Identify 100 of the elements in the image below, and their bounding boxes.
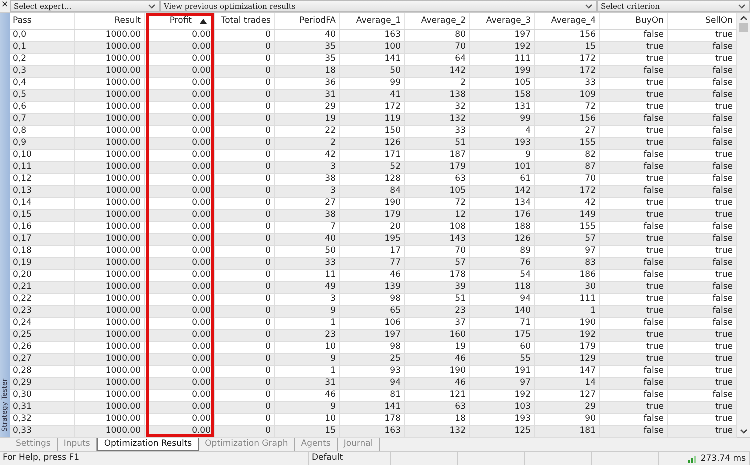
table-cell: 156: [535, 114, 600, 126]
table-cell: 99: [470, 114, 535, 126]
table-cell: 1000.00: [75, 186, 145, 198]
table-cell: true: [600, 306, 668, 318]
column-header[interactable]: PeriodFA: [275, 13, 340, 29]
column-header[interactable]: Average_4: [535, 13, 600, 29]
table-cell: 0.00: [145, 282, 215, 294]
table-cell: 179: [340, 210, 405, 222]
table-cell: 141: [340, 402, 405, 414]
table-cell: 0.00: [145, 306, 215, 318]
table-cell: 1000.00: [75, 210, 145, 222]
table-cell: 0,1: [10, 42, 75, 54]
table-cell: 12: [405, 210, 470, 222]
table-cell: true: [600, 42, 668, 54]
table-cell: 1000.00: [75, 138, 145, 150]
table-cell: 35: [275, 42, 340, 54]
table-cell: 126: [340, 138, 405, 150]
table-cell: false: [600, 258, 668, 270]
table-cell: 1: [535, 306, 600, 318]
scroll-thumb[interactable]: [739, 23, 748, 32]
table-cell: 0,5: [10, 90, 75, 102]
table-cell: 30: [535, 282, 600, 294]
table-cell: 118: [470, 282, 535, 294]
table-cell: 0.00: [145, 354, 215, 366]
table-cell: 25: [340, 354, 405, 366]
table-cell: 175: [470, 330, 535, 342]
table-cell: 0: [215, 354, 275, 366]
table-cell: 1000.00: [75, 258, 145, 270]
table-cell: 1000.00: [75, 90, 145, 102]
table-cell: 0: [215, 210, 275, 222]
table-cell: 84: [340, 186, 405, 198]
table-cell: 103: [470, 402, 535, 414]
table-cell: 142: [405, 66, 470, 78]
table-cell: 52: [340, 162, 405, 174]
table-cell: 46: [405, 378, 470, 390]
table-cell: 77: [340, 258, 405, 270]
column-header[interactable]: Average_2: [405, 13, 470, 29]
table-cell: true: [600, 402, 668, 414]
table-cell: 192: [535, 330, 600, 342]
column-header[interactable]: Average_1: [340, 13, 405, 29]
table-cell: 1000.00: [75, 378, 145, 390]
table-cell: 0,9: [10, 138, 75, 150]
table-cell: 0: [215, 42, 275, 54]
table-cell: 0.00: [145, 402, 215, 414]
table-cell: 158: [470, 90, 535, 102]
column-header[interactable]: Average_3: [470, 13, 535, 29]
column-header[interactable]: BuyOn: [600, 13, 668, 29]
table-cell: 1000.00: [75, 162, 145, 174]
table-cell: 0: [215, 138, 275, 150]
table-cell: 14: [535, 378, 600, 390]
table-cell: 57: [405, 258, 470, 270]
table-cell: 0,27: [10, 354, 75, 366]
table-cell: false: [600, 114, 668, 126]
column-header[interactable]: Profit: [145, 13, 215, 29]
table-cell: 195: [340, 234, 405, 246]
column-header[interactable]: Pass: [10, 13, 75, 29]
table-cell: 0,11: [10, 162, 75, 174]
table-cell: 1000.00: [75, 234, 145, 246]
table-cell: 76: [470, 258, 535, 270]
table-cell: 0,31: [10, 402, 75, 414]
table-cell: 0: [215, 330, 275, 342]
table-cell: 0: [215, 258, 275, 270]
table-cell: 57: [535, 234, 600, 246]
table-cell: 49: [275, 282, 340, 294]
table-cell: true: [600, 90, 668, 102]
table-cell: 41: [340, 90, 405, 102]
table-cell: 83: [535, 258, 600, 270]
column-header[interactable]: Total trades: [215, 13, 275, 29]
table-cell: 0,13: [10, 186, 75, 198]
table-cell: 0: [215, 402, 275, 414]
table-cell: true: [600, 138, 668, 150]
table-cell: 1000.00: [75, 282, 145, 294]
table-cell: 23: [275, 330, 340, 342]
table-cell: 0,7: [10, 114, 75, 126]
table-cell: 1000.00: [75, 402, 145, 414]
table-cell: 1000.00: [75, 42, 145, 54]
tab[interactable]: Optimization Results: [97, 438, 200, 451]
table-cell: 101: [470, 162, 535, 174]
scrollbar[interactable]: [737, 13, 750, 437]
table-cell: 94: [340, 378, 405, 390]
table-cell: 0,23: [10, 306, 75, 318]
table-cell: 0,17: [10, 234, 75, 246]
table-cell: true: [600, 210, 668, 222]
table-cell: 0.00: [145, 42, 215, 54]
table-cell: 39: [405, 282, 470, 294]
table-cell: 31: [275, 90, 340, 102]
table-cell: 0: [215, 186, 275, 198]
table-cell: false: [600, 162, 668, 174]
table-cell: 143: [405, 234, 470, 246]
column-header[interactable]: Result: [75, 13, 145, 29]
table-cell: 0.00: [145, 186, 215, 198]
table-cell: 1000.00: [75, 66, 145, 78]
table-cell: 0: [215, 234, 275, 246]
table-cell: 31: [275, 378, 340, 390]
table-cell: 55: [470, 354, 535, 366]
table-cell: 142: [470, 186, 535, 198]
close-button[interactable]: ×: [0, 0, 10, 12]
table-cell: 149: [535, 210, 600, 222]
table-cell: 0: [215, 66, 275, 78]
table-cell: 0.00: [145, 66, 215, 78]
